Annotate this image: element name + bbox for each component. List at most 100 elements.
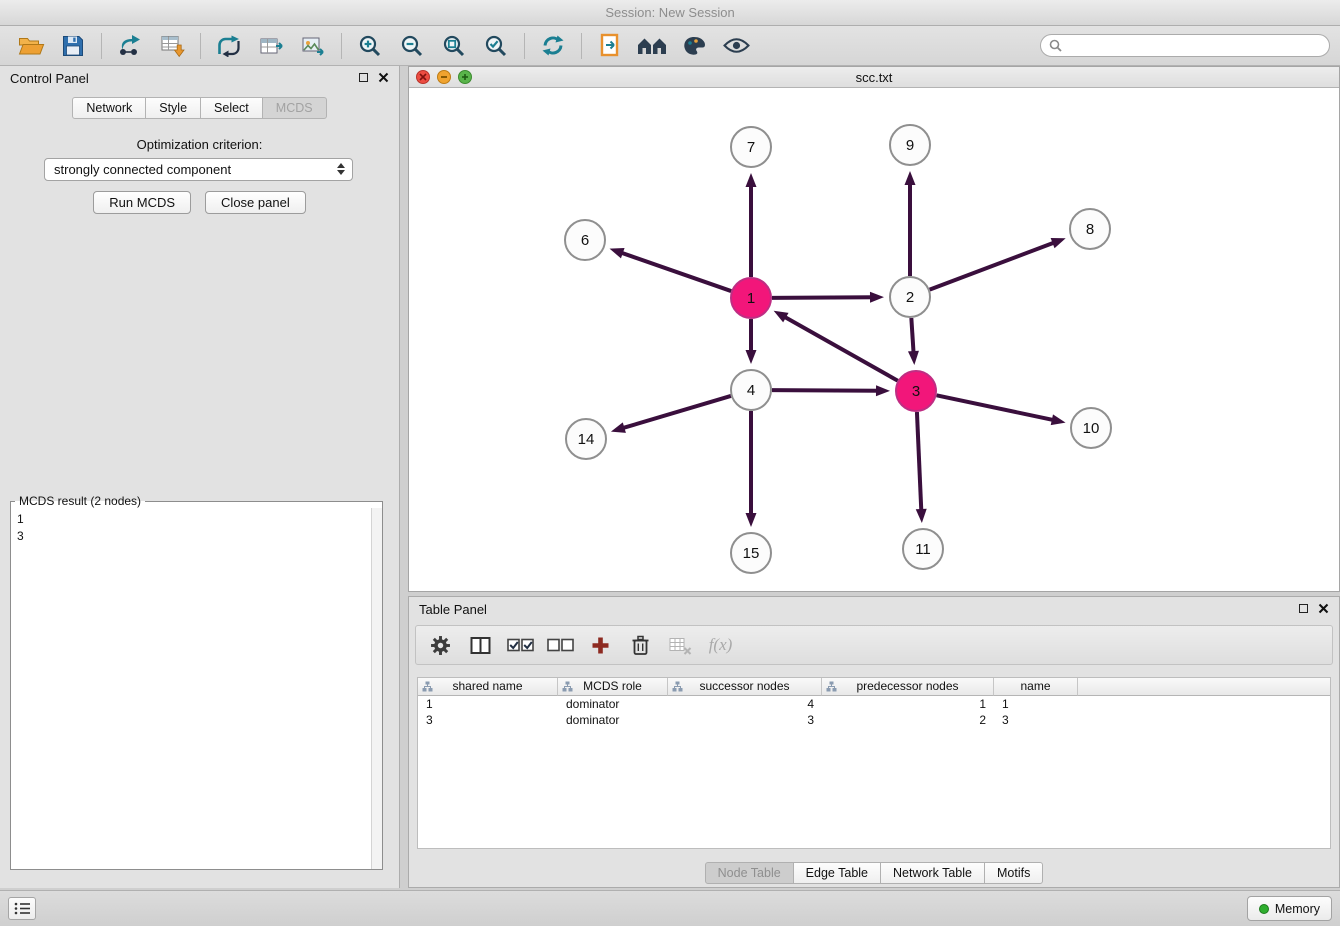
graph-node-label: 1: [747, 290, 755, 307]
graph-edge-3-1[interactable]: [783, 316, 897, 381]
control-panel-tabs: Network Style Select MCDS: [0, 97, 399, 119]
tab-select[interactable]: Select: [200, 97, 263, 119]
trash-icon: [631, 635, 650, 656]
graph-edge-2-3[interactable]: [911, 318, 913, 354]
graph-edge-4-14[interactable]: [621, 396, 730, 428]
minimize-window-icon[interactable]: [437, 70, 451, 84]
run-mcds-button[interactable]: Run MCDS: [93, 191, 191, 214]
save-session-button[interactable]: [52, 30, 94, 62]
refresh-button[interactable]: [532, 30, 574, 62]
memory-button[interactable]: Memory: [1247, 896, 1332, 921]
zoom-window-icon[interactable]: [458, 70, 472, 84]
mcds-action-buttons: Run MCDS Close panel: [0, 191, 399, 214]
search-input[interactable]: [1067, 38, 1321, 53]
export-image-button[interactable]: [292, 30, 334, 62]
export-table-icon: [259, 35, 284, 57]
graph-node-label: 3: [912, 383, 920, 400]
column-header-mcds-role[interactable]: MCDS role: [558, 678, 668, 696]
plus-icon: [591, 636, 610, 655]
table-row[interactable]: 1 dominator 4 1 1: [418, 696, 1330, 712]
edge-arrowhead: [916, 509, 927, 523]
close-window-icon[interactable]: [416, 70, 430, 84]
memory-indicator-dot: [1259, 904, 1269, 914]
result-scrollbar[interactable]: [371, 508, 382, 869]
graph-edge-2-8[interactable]: [930, 242, 1056, 290]
close-panel-icon[interactable]: [1318, 603, 1329, 614]
table-panel-header: Table Panel: [409, 597, 1339, 623]
network-view-window: scc.txt 1234678910111415: [408, 66, 1340, 592]
column-header-predecessor-nodes[interactable]: predecessor nodes: [822, 678, 994, 696]
graph-edge-3-11[interactable]: [917, 412, 921, 512]
annotation-button[interactable]: [589, 30, 631, 62]
add-row-button[interactable]: [582, 630, 619, 660]
deselect-all-columns-button[interactable]: [542, 630, 579, 660]
import-network-button[interactable]: [109, 30, 151, 62]
tab-node-table[interactable]: Node Table: [705, 862, 794, 884]
cell-mcds-role[interactable]: dominator: [558, 696, 668, 712]
graph-node-label: 6: [581, 232, 589, 249]
edge-arrowhead: [1051, 238, 1066, 248]
cell-predecessor-nodes[interactable]: 1: [822, 696, 994, 712]
graph-node-label: 8: [1086, 221, 1094, 238]
import-table-button[interactable]: [151, 30, 193, 62]
graph-node-label: 4: [747, 382, 755, 399]
graph-edge-3-10[interactable]: [937, 395, 1055, 420]
table-settings-button[interactable]: [422, 630, 459, 660]
tab-style[interactable]: Style: [145, 97, 201, 119]
tab-mcds[interactable]: MCDS: [262, 97, 327, 119]
share-network-button[interactable]: [208, 30, 250, 62]
cell-successor-nodes[interactable]: 4: [668, 696, 822, 712]
tab-network[interactable]: Network: [72, 97, 146, 119]
graph-edge-1-6[interactable]: [620, 252, 731, 291]
zoom-selected-button[interactable]: [475, 30, 517, 62]
graph-node-label: 9: [906, 137, 914, 154]
tab-edge-table[interactable]: Edge Table: [793, 862, 881, 884]
column-type-icon: [422, 681, 433, 692]
search-field[interactable]: [1040, 34, 1330, 57]
zoom-fit-button[interactable]: [433, 30, 475, 62]
cell-predecessor-nodes[interactable]: 2: [822, 712, 994, 728]
apply-style-button[interactable]: [673, 30, 715, 62]
graph-edge-4-3[interactable]: [772, 390, 879, 391]
column-type-icon: [562, 681, 573, 692]
cell-name[interactable]: 1: [994, 696, 1078, 712]
zoom-out-button[interactable]: [391, 30, 433, 62]
save-icon: [62, 35, 84, 57]
import-network-icon: [117, 34, 143, 57]
delete-columns-button[interactable]: [662, 630, 699, 660]
table-row[interactable]: 3 dominator 3 2 3: [418, 712, 1330, 728]
select-all-columns-button[interactable]: [502, 630, 539, 660]
column-header-name[interactable]: name: [994, 678, 1078, 696]
show-hide-graphics-button[interactable]: [715, 30, 757, 62]
export-table-button[interactable]: [250, 30, 292, 62]
toolbar-separator: [101, 33, 102, 59]
cell-mcds-role[interactable]: dominator: [558, 712, 668, 728]
close-panel-icon[interactable]: [378, 72, 389, 83]
show-columns-button[interactable]: [462, 630, 499, 660]
cell-shared-name[interactable]: 3: [418, 712, 558, 728]
float-panel-icon[interactable]: [359, 73, 368, 82]
network-window-titlebar[interactable]: scc.txt: [409, 67, 1339, 88]
graph-edge-1-2[interactable]: [772, 297, 873, 298]
cell-successor-nodes[interactable]: 3: [668, 712, 822, 728]
task-history-button[interactable]: [8, 897, 36, 920]
mcds-result-value: 1: [17, 511, 376, 528]
edge-arrowhead: [746, 350, 757, 364]
cell-shared-name[interactable]: 1: [418, 696, 558, 712]
column-header-successor-nodes[interactable]: successor nodes: [668, 678, 822, 696]
network-graph[interactable]: 1234678910111415: [409, 88, 1339, 591]
table-panel-title: Table Panel: [419, 602, 487, 617]
zoom-in-button[interactable]: [349, 30, 391, 62]
delete-row-button[interactable]: [622, 630, 659, 660]
cell-name[interactable]: 3: [994, 712, 1078, 728]
float-panel-icon[interactable]: [1299, 604, 1308, 613]
open-session-button[interactable]: [10, 30, 52, 62]
tab-motifs[interactable]: Motifs: [984, 862, 1043, 884]
tab-network-table[interactable]: Network Table: [880, 862, 985, 884]
function-builder-button[interactable]: f(x): [702, 630, 739, 660]
criterion-select[interactable]: strongly connected component: [44, 158, 353, 181]
column-header-shared-name[interactable]: shared name: [418, 678, 558, 696]
mcds-result-value: 3: [17, 528, 376, 545]
close-panel-button[interactable]: Close panel: [205, 191, 306, 214]
network-overview-button[interactable]: [631, 30, 673, 62]
